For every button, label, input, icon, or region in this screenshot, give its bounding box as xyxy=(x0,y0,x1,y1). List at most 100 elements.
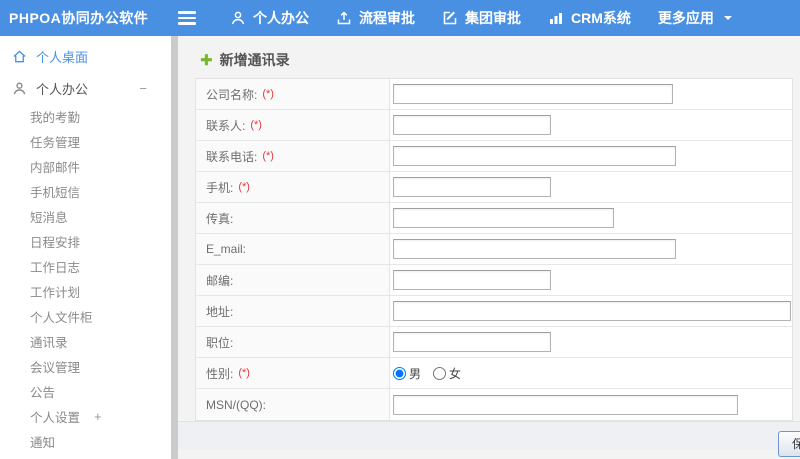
form-row-mobile: 手机: (*) xyxy=(196,172,792,203)
page-title-text: 新增通讯录 xyxy=(219,52,290,68)
sidebar-item-label: 任务管理 xyxy=(30,136,81,150)
upload-icon xyxy=(336,10,352,26)
field-label-text: 性别: xyxy=(206,366,234,381)
nav-item-4[interactable]: CRM系统 xyxy=(548,8,631,28)
email-input[interactable] xyxy=(393,239,676,259)
sidebar-item-个人办公[interactable]: 个人办公 − xyxy=(0,75,171,102)
nav-item-label: 流程审批 xyxy=(359,10,415,26)
field-label-text: E_mail: xyxy=(206,242,247,256)
sidebar-item-日程安排[interactable]: 日程安排 xyxy=(0,229,171,254)
plus-icon: ✚ xyxy=(200,51,213,69)
sidebar-item-label: 我的考勤 xyxy=(30,111,81,125)
form-row-address: 地址: xyxy=(196,296,792,327)
sidebar-item-label: 个人办公 xyxy=(36,82,89,97)
radio-option-label: 男 xyxy=(409,366,422,381)
position-input[interactable] xyxy=(393,332,551,352)
caret-down-icon xyxy=(723,13,733,23)
sidebar-item-label: 工作计划 xyxy=(30,286,81,300)
hamburger-icon[interactable] xyxy=(178,11,196,25)
sidebar-item-label: 通知 xyxy=(30,436,56,450)
field-label-company-name: 公司名称: (*) xyxy=(196,79,390,109)
bar-chart-icon xyxy=(548,10,564,26)
field-label-msn-qq: MSN/(QQ): xyxy=(196,389,390,420)
expand-icon[interactable]: + xyxy=(94,409,102,424)
nav-item-3[interactable]: 集团审批 xyxy=(442,8,521,28)
field-label-text: 公司名称: xyxy=(206,87,258,102)
field-label-gender: 性别: (*) xyxy=(196,358,390,388)
field-label-contact-phone: 联系电话: (*) xyxy=(196,141,390,171)
sidebar-item-工作日志[interactable]: 工作日志 xyxy=(0,254,171,279)
field-label-position: 职位: xyxy=(196,327,390,357)
field-label-text: 联系电话: xyxy=(206,149,258,164)
field-value-contact-phone xyxy=(390,141,792,171)
form-row-gender: 性别: (*) 男女 xyxy=(196,358,792,389)
form-row-position: 职位: xyxy=(196,327,792,358)
required-marker: (*) xyxy=(238,181,250,193)
field-value-msn-qq xyxy=(390,389,792,420)
field-value-fax xyxy=(390,203,792,233)
field-label-email: E_mail: xyxy=(196,234,390,264)
required-marker: (*) xyxy=(262,88,274,100)
mobile-input[interactable] xyxy=(393,177,551,197)
field-label-mobile: 手机: (*) xyxy=(196,172,390,202)
contact-phone-input[interactable] xyxy=(393,146,676,166)
home-icon xyxy=(12,49,27,64)
sidebar-item-通知[interactable]: 通知 xyxy=(0,429,171,454)
sidebar-item-手机短信[interactable]: 手机短信 xyxy=(0,179,171,204)
field-value-contact-person xyxy=(390,110,792,140)
nav-item-label: 集团审批 xyxy=(465,10,521,26)
sidebar-item-工作计划[interactable]: 工作计划 xyxy=(0,279,171,304)
user-icon xyxy=(12,81,27,96)
field-label-address: 地址: xyxy=(196,296,390,326)
edit-icon xyxy=(442,10,458,26)
form-row-company-name: 公司名称: (*) xyxy=(196,79,792,110)
field-label-zip-code: 邮编: xyxy=(196,265,390,295)
collapse-icon[interactable]: − xyxy=(139,81,147,96)
zip-code-input[interactable] xyxy=(393,270,551,290)
sidebar-item-内部邮件[interactable]: 内部邮件 xyxy=(0,154,171,179)
field-label-fax: 传真: xyxy=(196,203,390,233)
sidebar-item-个人设置[interactable]: 个人设置 + xyxy=(0,404,171,429)
field-value-address xyxy=(390,296,792,326)
msn-qq-input[interactable] xyxy=(393,394,738,415)
nav-item-1[interactable]: 个人办公 xyxy=(230,8,309,28)
save-button[interactable]: 保存 xyxy=(778,431,800,457)
nav-item-2[interactable]: 流程审批 xyxy=(336,8,415,28)
top-navbar: PHPOA协同办公软件 个人办公 流程审批 集团审批 CRM系统 更多应用 xyxy=(0,0,800,36)
form-row-contact-person: 联系人: (*) xyxy=(196,110,792,141)
form-row-contact-phone: 联系电话: (*) xyxy=(196,141,792,172)
sidebar-item-通讯录[interactable]: 通讯录 xyxy=(0,329,171,354)
field-value-gender: 男女 xyxy=(390,358,792,388)
fax-input[interactable] xyxy=(393,208,614,228)
field-label-text: 传真: xyxy=(206,211,234,226)
field-value-mobile xyxy=(390,172,792,202)
sidebar-item-label: 日程安排 xyxy=(30,236,81,250)
company-name-input[interactable] xyxy=(393,84,673,104)
sidebar-item-label: 会议管理 xyxy=(30,361,81,375)
gender-option-男[interactable]: 男 xyxy=(393,365,421,382)
sidebar-item-短消息[interactable]: 短消息 xyxy=(0,204,171,229)
sidebar-item-任务管理[interactable]: 任务管理 xyxy=(0,129,171,154)
nav-item-5[interactable]: 更多应用 xyxy=(658,8,733,28)
nav-item-label: 更多应用 xyxy=(657,10,714,26)
sidebar-item-label: 工作日志 xyxy=(30,261,81,275)
sidebar-item-个人文件柜[interactable]: 个人文件柜 xyxy=(0,304,171,329)
gender-option-女[interactable]: 女 xyxy=(433,365,461,382)
sidebar-scrollbar[interactable] xyxy=(171,36,178,459)
field-value-email xyxy=(390,234,792,264)
sidebar-item-公告[interactable]: 公告 xyxy=(0,379,171,404)
content-area: ✚ 新增通讯录 公司名称: (*) 联系人: (*) 联系电话: (*) 手机: (*) 传真:… xyxy=(178,36,800,459)
address-input[interactable] xyxy=(393,301,791,321)
sidebar-item-我的考勤[interactable]: 我的考勤 xyxy=(0,104,171,129)
field-label-contact-person: 联系人: (*) xyxy=(196,110,390,140)
field-label-text: 职位: xyxy=(206,335,234,350)
sidebar-item-个人桌面[interactable]: 个人桌面 xyxy=(0,43,171,70)
field-value-zip-code xyxy=(390,265,792,295)
contact-person-input[interactable] xyxy=(393,115,551,135)
sidebar-item-label: 通讯录 xyxy=(30,336,68,350)
nav-item-label: 个人办公 xyxy=(253,10,309,26)
field-value-position xyxy=(390,327,792,357)
gender-radio[interactable] xyxy=(393,366,406,380)
gender-radio[interactable] xyxy=(433,366,447,380)
sidebar-item-会议管理[interactable]: 会议管理 xyxy=(0,354,171,379)
